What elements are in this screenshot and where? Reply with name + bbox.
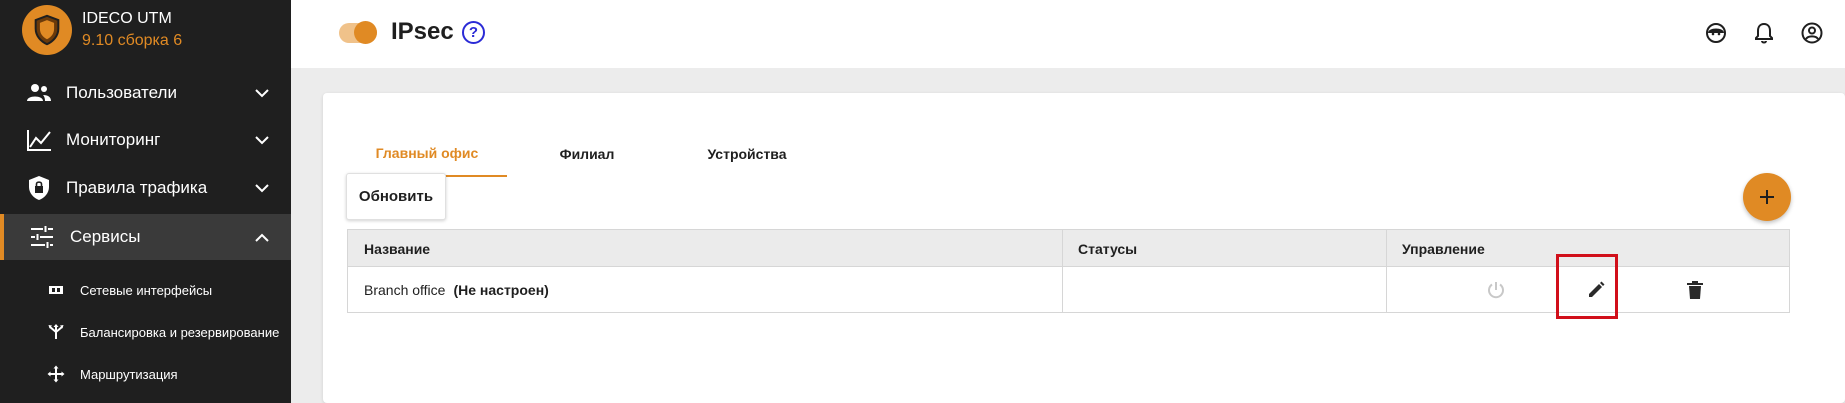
add-button[interactable] [1743, 173, 1791, 221]
sidebar: IDECO UTM 9.10 сборка 6 Пользователи Мон… [0, 0, 291, 403]
sidebar-item-label: Пользователи [66, 83, 177, 102]
users-icon [26, 80, 52, 106]
help-icon[interactable]: ? [462, 21, 485, 44]
tune-icon [29, 224, 55, 250]
chevron-down-icon[interactable] [254, 85, 270, 101]
account-icon[interactable] [1800, 21, 1824, 45]
chevron-up-icon[interactable] [254, 229, 270, 245]
delete-button[interactable] [1675, 267, 1715, 312]
chevron-down-icon[interactable] [254, 132, 270, 148]
sidebar-subitem-label: Сетевые интерфейсы [80, 282, 213, 298]
network-card-icon [46, 280, 66, 300]
column-divider [1062, 230, 1063, 312]
header: IPsec ? [291, 0, 1845, 68]
support-chat-icon[interactable] [1704, 21, 1728, 45]
tab-branch[interactable]: Филиал [507, 131, 667, 177]
chart-icon [26, 127, 52, 153]
split-arrows-icon [46, 322, 66, 342]
sidebar-subitem-routing[interactable]: Маршрутизация [0, 354, 291, 394]
page-title: IPsec [391, 18, 454, 45]
sidebar-item-monitoring[interactable]: Мониторинг [0, 117, 291, 163]
power-button[interactable] [1476, 267, 1516, 312]
sidebar-item-label: Правила трафика [66, 178, 208, 197]
brand-name: IDECO UTM [82, 10, 172, 27]
power-icon [1488, 281, 1504, 298]
sidebar-item-label: Сервисы [70, 227, 141, 246]
ideco-logo-icon [22, 5, 72, 55]
shield-lock-icon [26, 175, 52, 201]
tab-main-office[interactable]: Главный офис [347, 131, 507, 177]
table-row[interactable]: Branch office (Не настроен) [364, 267, 549, 312]
brand[interactable]: IDECO UTM 9.10 сборка 6 [22, 5, 182, 55]
sidebar-item-label: Мониторинг [66, 130, 161, 149]
sidebar-item-users[interactable]: Пользователи [0, 70, 291, 116]
refresh-button[interactable]: Обновить [346, 173, 446, 220]
column-header-actions: Управление [1402, 240, 1485, 257]
row-status-note: (Не настроен) [453, 281, 549, 298]
sidebar-item-traffic-rules[interactable]: Правила трафика [0, 165, 291, 211]
sidebar-item-services[interactable]: Сервисы [0, 214, 291, 260]
tab-devices[interactable]: Устройства [667, 131, 827, 177]
move-arrows-icon [46, 364, 66, 384]
trash-icon [1687, 280, 1703, 299]
column-divider [1386, 230, 1387, 312]
sidebar-subitem-label: Маршрутизация [80, 366, 178, 382]
column-header-statuses[interactable]: Статусы [1078, 230, 1137, 267]
edit-button-highlight [1556, 254, 1618, 319]
sidebar-subitem-label: Балансировка и резервирование [80, 324, 280, 340]
service-toggle-knob[interactable] [354, 21, 377, 44]
sidebar-subitem-balancing[interactable]: Балансировка и резервирование [0, 312, 291, 352]
column-header-name[interactable]: Название [364, 230, 430, 267]
content-card: Главный офис Филиал Устройства Обновить … [323, 93, 1845, 403]
chevron-down-icon[interactable] [254, 180, 270, 196]
row-name: Branch office [364, 281, 446, 298]
brand-version: 9.10 сборка 6 [82, 32, 183, 49]
bell-icon[interactable] [1752, 21, 1776, 45]
plus-icon [1760, 190, 1774, 204]
sidebar-subitem-network-interfaces[interactable]: Сетевые интерфейсы [0, 270, 291, 310]
